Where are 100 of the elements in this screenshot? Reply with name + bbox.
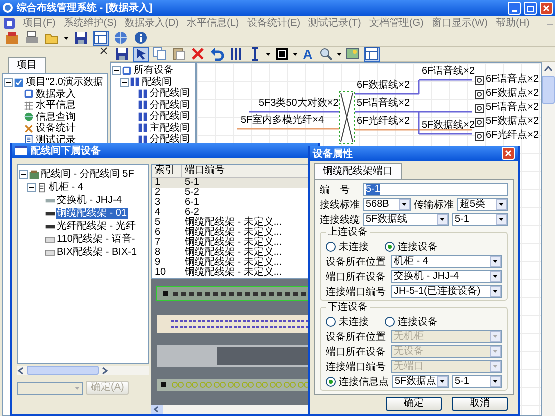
tree-item[interactable]: 主配线间: [149, 122, 191, 134]
radio-button[interactable]: 未连接: [326, 240, 369, 254]
font-button[interactable]: A: [301, 46, 315, 62]
outlet-icon[interactable]: [475, 132, 484, 140]
tree-item[interactable]: 所有设备: [133, 65, 175, 76]
outlet-icon[interactable]: [475, 90, 484, 98]
dialog-button[interactable]: 确定: [386, 397, 442, 411]
radio-button[interactable]: 连接信息点: [326, 374, 389, 388]
column-header[interactable]: 索引: [152, 165, 182, 178]
tree-item[interactable]: 分配线间: [149, 134, 191, 146]
delete-icon[interactable]: [190, 46, 206, 62]
caret-icon[interactable]: [490, 286, 501, 297]
tree-item[interactable]: 配线间 - 分配线间 5F: [40, 169, 136, 180]
field-label: 连接线缆: [320, 214, 360, 226]
tree-item[interactable]: 设备统计: [35, 123, 77, 134]
caret-icon[interactable]: [437, 376, 448, 387]
pointer-icon[interactable]: [133, 46, 149, 62]
scrollbar[interactable]: [17, 366, 149, 375]
tree-item[interactable]: 机柜 - 4: [48, 182, 84, 193]
toolbox-icon[interactable]: [4, 30, 20, 46]
save-icon[interactable]: [73, 30, 89, 46]
caret-icon[interactable]: [490, 271, 501, 282]
close-icon[interactable]: [100, 47, 108, 55]
menu-item[interactable]: 数据录入(D): [125, 16, 180, 30]
table-cell-text: 5: [154, 218, 162, 228]
tree-item[interactable]: 交换机 - JHJ-4: [56, 195, 123, 206]
menu-item[interactable]: 系统维护(S): [64, 16, 118, 30]
scroll-right-icon[interactable]: [101, 366, 109, 374]
tree-item[interactable]: BIX配线架 - BIX-1: [56, 247, 138, 258]
caret-icon[interactable]: [496, 199, 507, 210]
menu-item[interactable]: 文档管理(G): [369, 16, 424, 30]
combo-box[interactable]: 5-1: [452, 375, 502, 388]
caret-icon[interactable]: [490, 256, 501, 267]
combo-box[interactable]: JH-5-1(已连接设备): [391, 285, 502, 298]
tree-item[interactable]: 水平信息: [35, 100, 77, 112]
scroll-left-icon[interactable]: [17, 366, 25, 374]
outlet-icon[interactable]: [475, 104, 484, 112]
combo-box[interactable]: 5F数据线: [363, 213, 449, 226]
combo-box[interactable]: 5-1: [452, 213, 508, 226]
table-icon[interactable]: [93, 30, 109, 46]
combo-box[interactable]: 5F数据点: [392, 375, 449, 388]
scroll-left-icon[interactable]: [151, 405, 163, 414]
double-bar-icon: [138, 88, 148, 99]
tree-item[interactable]: 分配线间: [149, 88, 191, 100]
collapse-icon[interactable]: [19, 170, 28, 179]
distribution-frame-node[interactable]: [339, 91, 355, 144]
tree-item[interactable]: 分配线间: [149, 111, 191, 122]
columns-icon[interactable]: [228, 46, 244, 62]
tree-item[interactable]: 光纤配线架 - 光纤: [56, 221, 137, 232]
outlet-icon[interactable]: [475, 118, 484, 126]
collapse-icon[interactable]: [112, 66, 121, 76]
menu-item[interactable]: 测试记录(T): [308, 16, 362, 30]
border-icon[interactable]: [274, 46, 290, 62]
table-icon[interactable]: [364, 46, 380, 62]
tree-item[interactable]: 项目"2.0演示数据: [25, 77, 104, 88]
collapse-icon[interactable]: [120, 78, 129, 87]
combo-box[interactable]: 机柜 - 4: [391, 255, 502, 268]
tab[interactable]: 铜缆配线架端口: [314, 163, 402, 179]
scroll-thumb[interactable]: [542, 76, 555, 104]
info-icon[interactable]: [133, 30, 149, 46]
caret-icon[interactable]: [399, 199, 410, 210]
image-icon[interactable]: [345, 46, 361, 62]
menu-item[interactable]: 项目(F): [23, 16, 56, 30]
tree-item[interactable]: 110配线架 - 语音-: [56, 234, 136, 245]
collapse-icon[interactable]: [4, 78, 13, 88]
tab[interactable]: 项目: [8, 57, 46, 73]
save-icon[interactable]: [114, 46, 130, 62]
tree-item[interactable]: 信息查询: [35, 112, 77, 123]
tree-item[interactable]: 铜缆配线架 - 01: [56, 208, 128, 219]
scroll-thumb[interactable]: [27, 366, 99, 375]
caret-icon[interactable]: [437, 214, 448, 225]
menu-item[interactable]: 帮助(H): [496, 16, 530, 30]
text-field[interactable]: 5-1: [363, 183, 508, 196]
tree-item[interactable]: 分配线间: [149, 100, 191, 111]
radio-button[interactable]: 未连接: [326, 314, 369, 328]
printer-icon[interactable]: [24, 30, 40, 46]
collapse-icon[interactable]: [27, 183, 36, 192]
undo-icon[interactable]: [209, 46, 225, 62]
radio-button[interactable]: 连接设备: [385, 240, 438, 254]
double-bar-icon: [130, 77, 140, 88]
radio-button[interactable]: 连接设备: [385, 314, 438, 328]
paste-icon[interactable]: [171, 46, 187, 62]
tree-item[interactable]: 配线间: [141, 76, 173, 88]
caret-icon[interactable]: [490, 376, 501, 387]
outlet-label: 6F数据点×2: [486, 89, 540, 99]
table-cell-text: 9: [154, 258, 162, 268]
caret-icon[interactable]: [496, 214, 507, 225]
form-icon: [122, 66, 132, 76]
menu-item[interactable]: 水平信息(L): [187, 16, 240, 30]
menu-item[interactable]: 窗口显示(W): [432, 16, 488, 30]
dialog-button[interactable]: 取消: [452, 397, 508, 411]
combo-box[interactable]: 568B: [363, 198, 411, 211]
zoom-icon[interactable]: [318, 46, 334, 62]
menu-item[interactable]: 设备统计(E): [247, 16, 301, 30]
tree-item[interactable]: 数据录入: [35, 88, 77, 100]
scroll-up-icon[interactable]: [544, 65, 553, 72]
outlet-icon[interactable]: [475, 76, 484, 84]
combo-box[interactable]: 超5类: [457, 198, 508, 211]
scrollbar[interactable]: [542, 62, 555, 416]
copy-icon[interactable]: [152, 46, 168, 62]
